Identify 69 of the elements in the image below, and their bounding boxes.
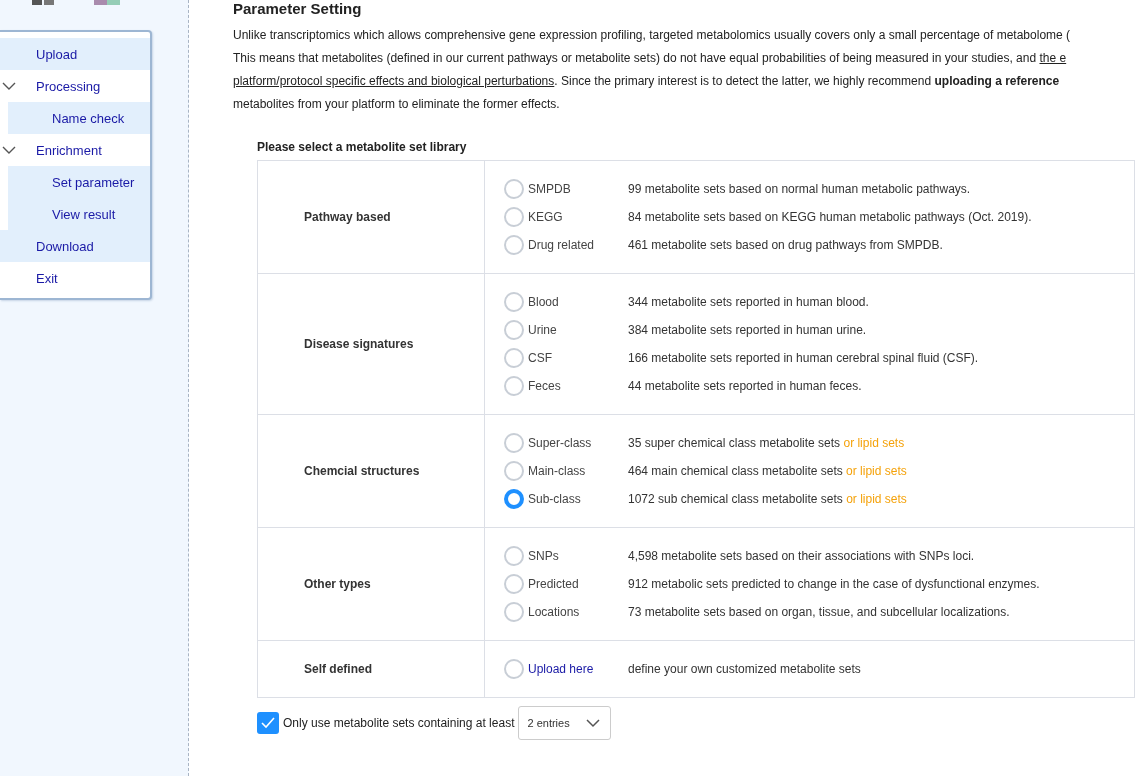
option-label: Feces xyxy=(527,379,562,393)
section-heading: Please select a metabolite set library xyxy=(257,140,468,154)
option-description: define your own customized metabolite sets xyxy=(628,662,861,676)
palette-icon[interactable] xyxy=(94,0,120,6)
group-name: Pathway based xyxy=(304,210,391,224)
text-link[interactable]: the e xyxy=(1039,51,1067,65)
option-description: 4,598 metabolite sets based on their associations with SNPs loci. xyxy=(628,549,975,563)
option-label: Blood xyxy=(527,295,560,309)
radio-button[interactable] xyxy=(504,433,524,453)
radio-button[interactable] xyxy=(504,179,524,199)
radio-button[interactable] xyxy=(504,292,524,312)
grid-icon[interactable] xyxy=(32,0,54,6)
option-label: Main-class xyxy=(527,464,587,478)
option-label: SMPDB xyxy=(527,182,572,196)
option-description: 461 metabolite sets based on drug pathways from SMPDB. xyxy=(628,238,943,252)
menu-item[interactable]: Processing xyxy=(0,70,150,102)
radio-button[interactable] xyxy=(504,348,524,368)
group-name: Disease signatures xyxy=(304,337,414,351)
option-description: 35 super chemical class metabolite sets xyxy=(628,436,841,450)
caret-icon xyxy=(585,718,600,728)
radio-button[interactable] xyxy=(504,207,524,227)
paragraph-line: metabolites from your platform to eliminate the former effects. xyxy=(233,96,561,113)
option-description: 344 metabolite sets reported in human blood. xyxy=(628,295,869,309)
option-description: 1072 sub chemical class metabolite sets xyxy=(628,492,843,506)
radio-button[interactable] xyxy=(504,235,524,255)
radio-button[interactable] xyxy=(504,602,524,622)
radio-button[interactable] xyxy=(504,574,524,594)
radio-button[interactable] xyxy=(504,489,524,509)
radio-button[interactable] xyxy=(504,376,524,396)
option-label: CSF xyxy=(527,351,553,365)
option-description: 912 metabolic sets predicted to change in the case of dysfunctional enzymes. xyxy=(628,577,1040,591)
radio-button[interactable] xyxy=(504,659,524,679)
checkbox[interactable] xyxy=(257,712,279,734)
option-label: SNPs xyxy=(527,549,560,563)
menu-item[interactable]: Download xyxy=(0,230,150,262)
option-description: 44 metabolite sets reported in human feces. xyxy=(628,379,862,393)
paragraph-line: Unlike transcriptomics which allows comprehensive gene expression profiling, targeted metabolomics usually covers only a small percentage of metabolome ( xyxy=(233,27,1072,44)
paragraph-line: platform/protocol specific effects and biological perturbations. Since the primary interest is to detect the latter, we highly recommend uploading a reference xyxy=(233,73,1061,90)
option-label: Urine xyxy=(527,323,558,337)
submenu-item[interactable]: View result xyxy=(8,198,150,230)
group-name: Self defined xyxy=(304,662,372,676)
option-label: Drug related xyxy=(527,238,596,252)
submenu-item[interactable]: Set parameter xyxy=(8,166,150,198)
option-description: 99 metabolite sets based on normal human metabolic pathways. xyxy=(628,182,971,196)
option-label: Sub-class xyxy=(527,492,582,506)
upload-link[interactable]: Upload here xyxy=(524,662,628,676)
option-description: 464 main chemical class metabolite sets xyxy=(628,464,843,478)
option-description: 166 metabolite sets reported in human cerebral spinal fluid (CSF). xyxy=(628,351,979,365)
radio-button[interactable] xyxy=(504,546,524,566)
group-name: Other types xyxy=(304,577,371,591)
menu-item[interactable]: Enrichment xyxy=(0,134,150,166)
submenu-item[interactable]: Name check xyxy=(8,102,150,134)
option-label: Locations xyxy=(527,605,581,619)
menu-item[interactable]: Exit xyxy=(0,262,150,294)
entries-dropdown[interactable]: 2 entries xyxy=(518,706,611,740)
checkmark-icon xyxy=(260,715,276,731)
menu-item[interactable]: Upload xyxy=(0,38,150,70)
page-title: Parameter Setting xyxy=(233,0,363,18)
checkbox-label: Only use metabolite sets containing at least xyxy=(283,716,515,730)
option-label: Predicted xyxy=(527,577,580,591)
radio-button[interactable] xyxy=(504,320,524,340)
paragraph-line: This means that metabolites (defined in our current pathways or metabolite sets) do not have equal probabilities of being measured in your studies, and the e xyxy=(233,50,1068,67)
option-description: 73 metabolite sets based on organ, tissue, and subcellular localizations. xyxy=(628,605,1010,619)
option-description: 84 metabolite sets based on KEGG human metabolic pathways (Oct. 2019). xyxy=(628,210,1032,224)
option-label: KEGG xyxy=(527,210,564,224)
option-description: 384 metabolite sets reported in human urine. xyxy=(628,323,867,337)
group-name: Chemcial structures xyxy=(304,464,420,478)
option-label: Super-class xyxy=(527,436,593,450)
radio-button[interactable] xyxy=(504,461,524,481)
